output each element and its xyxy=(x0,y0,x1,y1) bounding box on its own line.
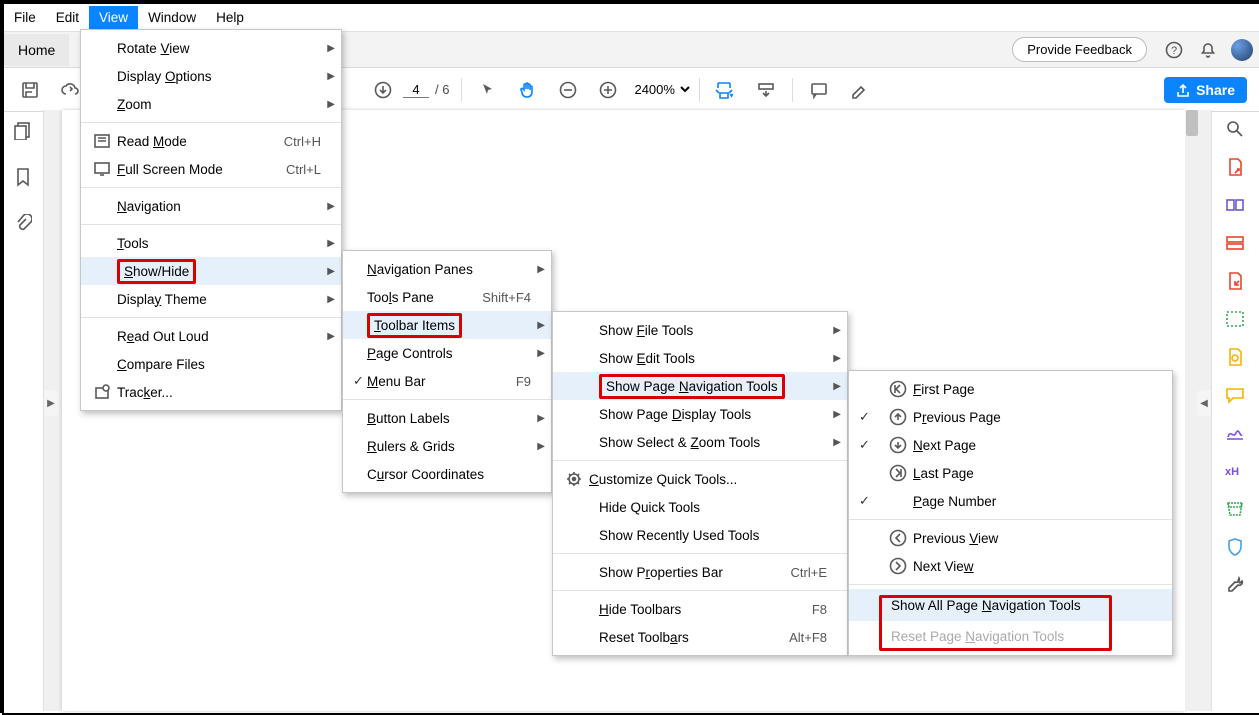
provide-feedback-button[interactable]: Provide Feedback xyxy=(1012,37,1147,62)
chat-icon[interactable] xyxy=(1224,384,1246,406)
menu-window[interactable]: Window xyxy=(138,6,206,29)
menu-reset-toolbars[interactable]: Reset ToolbarsAlt+F8 xyxy=(553,623,847,651)
menu-rulers-grids[interactable]: Rulers & Grids▶ xyxy=(343,432,551,460)
menubar: File Edit View Window Help xyxy=(4,4,1259,32)
menu-last-page[interactable]: Last Page xyxy=(849,459,1172,487)
menu-tools[interactable]: Tools▶ xyxy=(81,229,341,257)
menu-read-out-loud[interactable]: Read Out Loud▶ xyxy=(81,322,341,350)
menu-show-hide[interactable]: Show/Hide▶ xyxy=(81,257,341,285)
sign-icon[interactable] xyxy=(1224,422,1246,444)
save-icon[interactable] xyxy=(14,74,46,106)
left-nav-panel xyxy=(2,110,44,711)
menu-cursor-coords[interactable]: Cursor Coordinates xyxy=(343,460,551,488)
toolbar-items-menu: Show File Tools▶ Show Edit Tools▶ Show P… xyxy=(552,311,848,656)
svg-text:xH: xH xyxy=(1225,466,1239,478)
right-tools-panel: xH xyxy=(1211,110,1257,711)
menu-navigation-panes[interactable]: Navigation Panes▶ xyxy=(343,255,551,283)
menu-display-options[interactable]: Display Options▶ xyxy=(81,62,341,90)
menu-edit[interactable]: Edit xyxy=(46,6,89,29)
page-total: / 6 xyxy=(435,82,449,97)
menu-read-mode[interactable]: Read ModeCtrl+H xyxy=(81,127,341,155)
menu-page-controls[interactable]: Page Controls▶ xyxy=(343,339,551,367)
menu-hide-quick-tools[interactable]: Hide Quick Tools xyxy=(553,493,847,521)
more-tools-icon[interactable] xyxy=(1224,574,1246,596)
menu-previous-view[interactable]: Previous View xyxy=(849,524,1172,552)
avatar[interactable] xyxy=(1231,39,1253,61)
menu-toolbar-items[interactable]: Toolbar Items▶ xyxy=(343,311,551,339)
menu-page-number[interactable]: Page Number xyxy=(849,487,1172,515)
menu-zoom[interactable]: Zoom▶ xyxy=(81,90,341,118)
page-number-input[interactable] xyxy=(403,82,429,98)
menu-show-edit-tools[interactable]: Show Edit Tools▶ xyxy=(553,344,847,372)
menu-previous-page[interactable]: Previous Page xyxy=(849,403,1172,431)
highlight-icon[interactable] xyxy=(843,74,875,106)
combine-icon[interactable] xyxy=(1224,270,1246,292)
menu-tools-pane[interactable]: Tools PaneShift+F4 xyxy=(343,283,551,311)
edit-pdf-icon[interactable] xyxy=(1224,194,1246,216)
menu-show-page-display-tools[interactable]: Show Page Display Tools▶ xyxy=(553,400,847,428)
menu-hide-toolbars[interactable]: Hide ToolbarsF8 xyxy=(553,595,847,623)
search-tool-icon[interactable] xyxy=(1224,118,1246,140)
menu-rotate-view[interactable]: Rotate View▶ xyxy=(81,34,341,62)
create-pdf-icon[interactable] xyxy=(1224,232,1246,254)
menu-display-theme[interactable]: Display Theme▶ xyxy=(81,285,341,313)
menu-menu-bar[interactable]: Menu BarF9 xyxy=(343,367,551,395)
menu-next-page[interactable]: Next Page xyxy=(849,431,1172,459)
menu-show-select-zoom-tools[interactable]: Show Select & Zoom Tools▶ xyxy=(553,428,847,456)
menu-next-view[interactable]: Next View xyxy=(849,552,1172,580)
menu-file[interactable]: File xyxy=(4,6,46,29)
menu-tracker[interactable]: Tracker... xyxy=(81,378,341,406)
comment-tool-icon[interactable] xyxy=(1224,346,1246,368)
show-hide-menu: Navigation Panes▶ Tools PaneShift+F4 Too… xyxy=(342,250,552,493)
menu-show-properties-bar[interactable]: Show Properties BarCtrl+E xyxy=(553,558,847,586)
pages-panel-icon[interactable] xyxy=(13,120,33,145)
menu-view[interactable]: View xyxy=(89,6,138,29)
shield-icon[interactable] xyxy=(1224,536,1246,558)
svg-text:?: ? xyxy=(1171,45,1177,57)
help-icon[interactable]: ? xyxy=(1161,37,1187,63)
menu-button-labels[interactable]: Button Labels▶ xyxy=(343,404,551,432)
menu-show-recently-used[interactable]: Show Recently Used Tools xyxy=(553,521,847,549)
menu-help[interactable]: Help xyxy=(206,6,254,29)
export-pdf-icon[interactable] xyxy=(1224,156,1246,178)
expand-right-panel[interactable]: ◀ xyxy=(1197,390,1211,416)
scroll-mode-icon[interactable] xyxy=(750,74,782,106)
redact-icon[interactable]: xH xyxy=(1224,460,1246,482)
page-nav-tools-menu: First Page Previous Page Next Page Last … xyxy=(848,370,1173,656)
bell-icon[interactable] xyxy=(1195,37,1221,63)
attachments-icon[interactable] xyxy=(14,214,32,239)
pointer-icon[interactable] xyxy=(472,74,504,106)
expand-left-panel[interactable]: ▶ xyxy=(44,390,58,416)
hand-icon[interactable] xyxy=(512,74,544,106)
organize-icon[interactable] xyxy=(1224,308,1246,330)
zoom-in-icon[interactable] xyxy=(592,74,624,106)
menu-customize-quick-tools[interactable]: Customize Quick Tools... xyxy=(553,465,847,493)
menu-show-page-nav-tools[interactable]: Show Page Navigation Tools▶ xyxy=(553,372,847,400)
menu-first-page[interactable]: First Page xyxy=(849,375,1172,403)
protect-icon[interactable] xyxy=(1224,498,1246,520)
tab-home[interactable]: Home xyxy=(4,34,69,66)
bookmarks-icon[interactable] xyxy=(14,167,32,192)
menu-compare-files[interactable]: Compare Files xyxy=(81,350,341,378)
zoom-select[interactable]: 2400% xyxy=(628,79,693,100)
menu-show-file-tools[interactable]: Show File Tools▶ xyxy=(553,316,847,344)
fit-width-icon[interactable]: ▾ xyxy=(710,74,742,106)
menu-full-screen[interactable]: Full Screen ModeCtrl+L xyxy=(81,155,341,183)
view-menu: Rotate View▶ Display Options▶ Zoom▶ Read… xyxy=(80,29,342,411)
share-button[interactable]: Share xyxy=(1164,77,1247,103)
comment-icon[interactable] xyxy=(803,74,835,106)
menu-show-all-nav-tools[interactable]: Show All Page Navigation Tools xyxy=(849,589,1172,621)
menu-navigation[interactable]: Navigation▶ xyxy=(81,192,341,220)
download-icon[interactable] xyxy=(367,74,399,106)
zoom-out-icon[interactable] xyxy=(552,74,584,106)
menu-reset-nav-tools: Reset Page Navigation Tools xyxy=(849,621,1172,651)
